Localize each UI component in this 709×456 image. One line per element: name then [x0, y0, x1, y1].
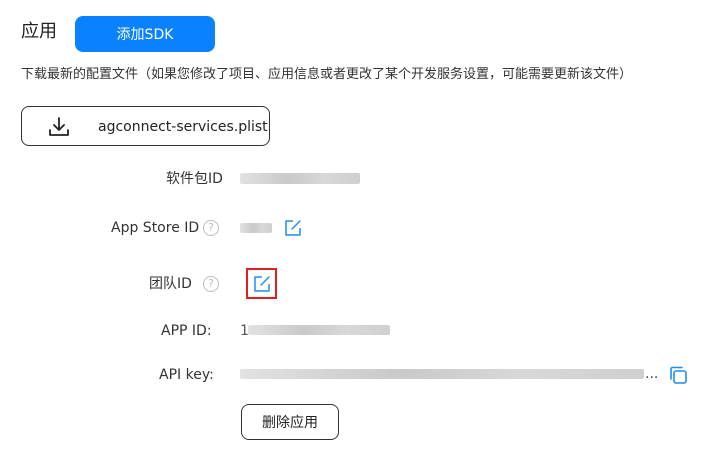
edit-icon[interactable]	[253, 275, 271, 293]
edit-icon[interactable]	[284, 219, 302, 237]
config-filename: agconnect-services.plist	[98, 119, 268, 135]
bundle-id-label: 软件包ID	[166, 171, 223, 187]
page-title: 应用	[21, 21, 57, 42]
download-icon	[49, 117, 69, 136]
app-id-value-redacted	[248, 325, 390, 335]
app-store-id-label: App Store ID	[111, 220, 200, 236]
download-config-button[interactable]: agconnect-services.plist	[21, 106, 270, 146]
app-id-label: APP ID:	[161, 323, 212, 339]
team-id-label: 团队ID	[149, 276, 192, 292]
delete-app-button[interactable]: 删除应用	[241, 404, 339, 440]
api-key-ellipsis: ...	[645, 366, 659, 382]
add-sdk-button[interactable]: 添加SDK	[75, 16, 215, 52]
api-key-value-redacted	[240, 369, 644, 379]
help-icon[interactable]: ?	[203, 220, 219, 236]
copy-icon[interactable]	[668, 365, 688, 385]
help-icon[interactable]: ?	[203, 276, 219, 292]
config-description: 下载最新的配置文件（如果您修改了项目、应用信息或者更改了某个开发服务设置，可能需…	[21, 67, 633, 82]
app-store-id-value-redacted	[240, 223, 272, 233]
api-key-label: API key:	[159, 367, 214, 383]
bundle-id-value-redacted	[240, 173, 360, 184]
